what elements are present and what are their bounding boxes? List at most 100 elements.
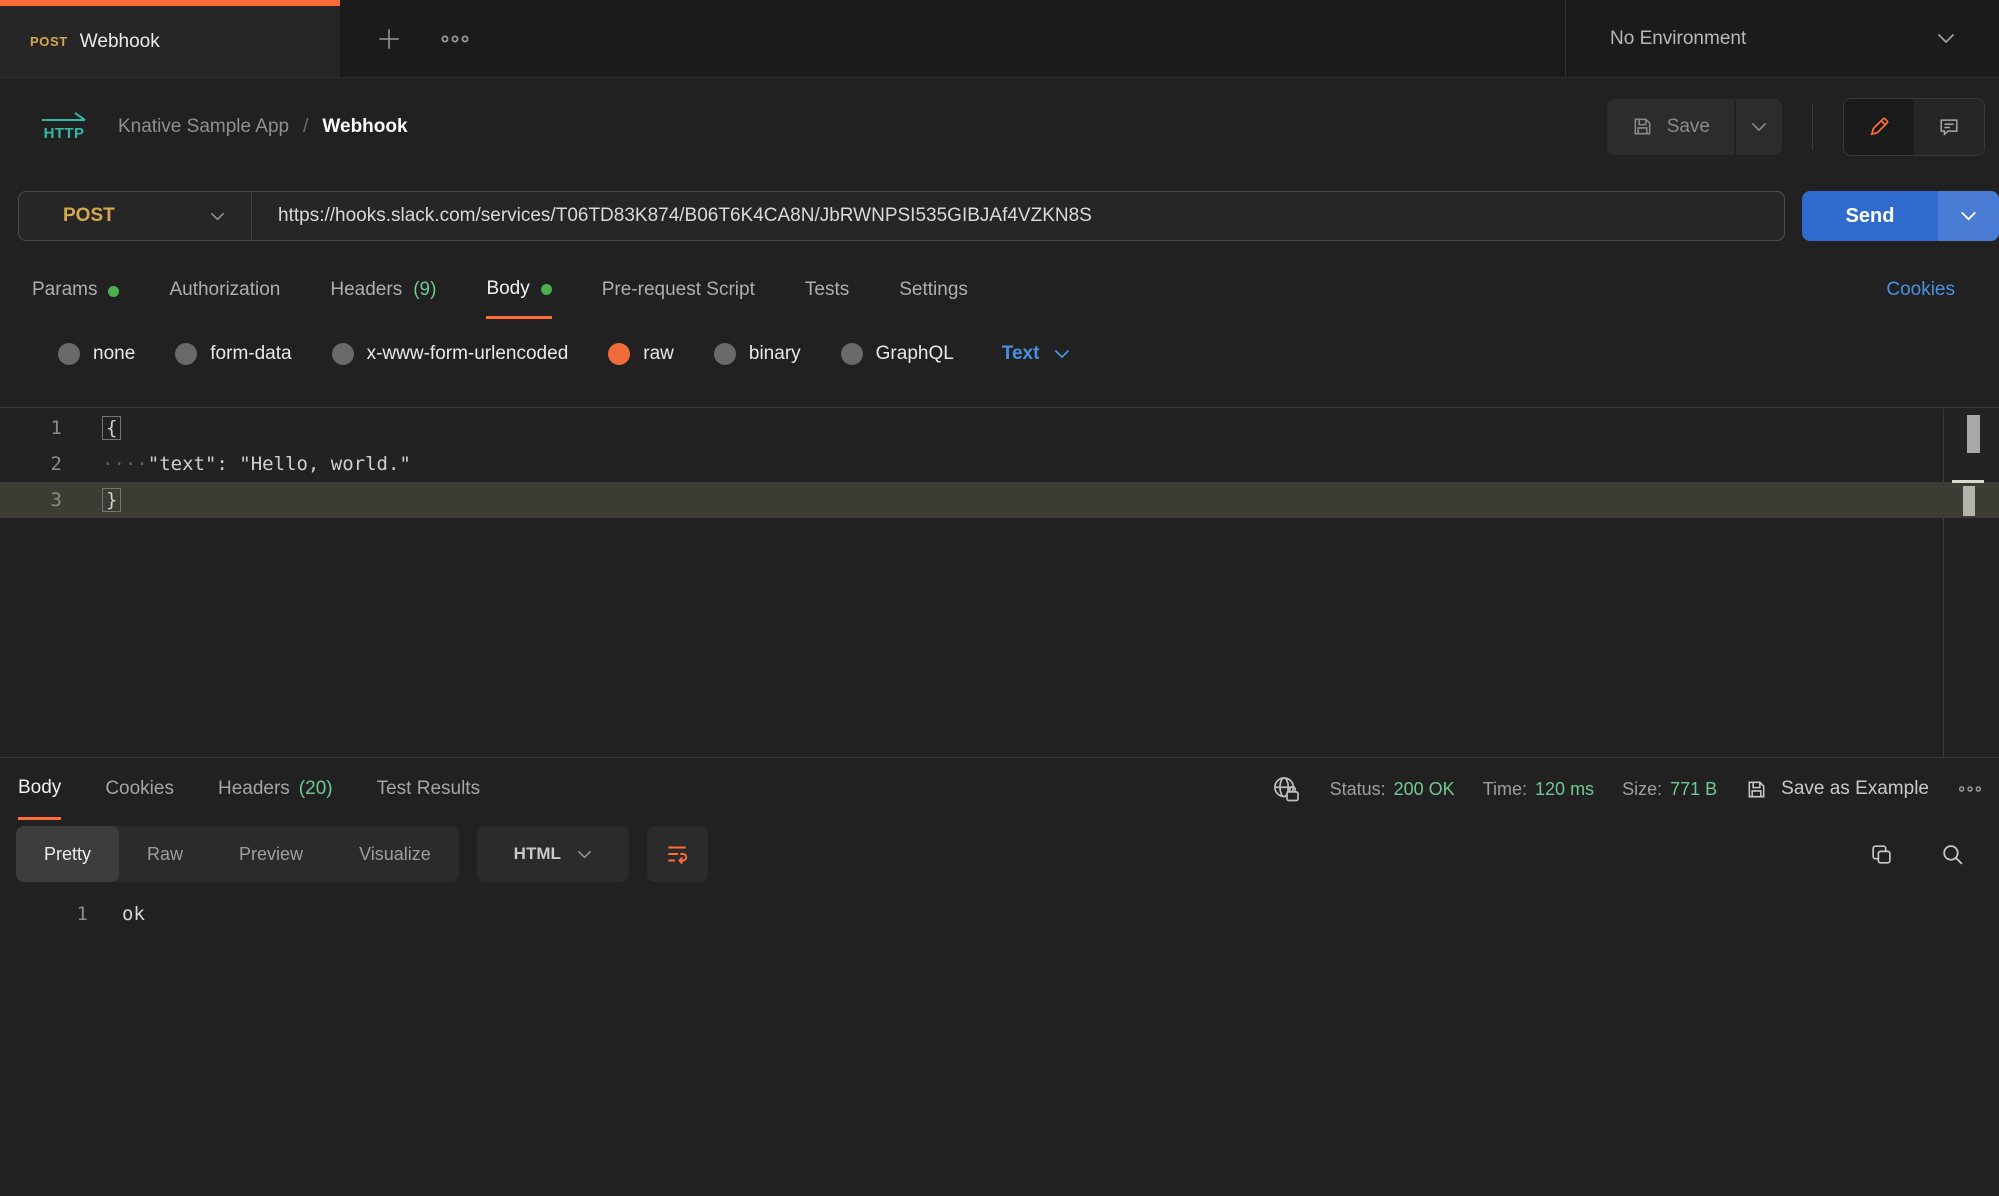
line-number: 1 bbox=[0, 417, 62, 439]
view-preview-button[interactable]: Preview bbox=[211, 826, 331, 882]
response-pane: Body Cookies Headers (20) Test Results S… bbox=[0, 757, 1999, 928]
size-meta: Size:771 B bbox=[1622, 779, 1717, 800]
tab-pre-request-label: Pre-request Script bbox=[602, 279, 755, 301]
search-response-button[interactable] bbox=[1940, 842, 1965, 867]
response-tab-headers[interactable]: Headers (20) bbox=[218, 758, 333, 820]
tab-pre-request-script[interactable]: Pre-request Script bbox=[602, 261, 755, 319]
wrap-lines-button[interactable] bbox=[647, 826, 708, 882]
size-value: 771 B bbox=[1670, 779, 1717, 799]
response-tab-cookies[interactable]: Cookies bbox=[105, 758, 174, 820]
body-type-graphql[interactable]: GraphQL bbox=[841, 343, 954, 365]
view-visualize-button[interactable]: Visualize bbox=[331, 826, 459, 882]
radio-selected-icon bbox=[608, 343, 630, 365]
code-line: ····"text": "Hello, world." bbox=[62, 453, 411, 475]
response-headers-count: (20) bbox=[299, 778, 333, 800]
raw-language-selector[interactable]: Text bbox=[1002, 343, 1071, 365]
radio-icon bbox=[841, 343, 863, 365]
scrollbar-thumb[interactable] bbox=[1967, 415, 1980, 453]
response-format-label: HTML bbox=[514, 844, 561, 864]
globe-lock-icon bbox=[1272, 775, 1302, 803]
tab-body-label: Body bbox=[486, 278, 529, 300]
editor-line[interactable]: 2 ····"text": "Hello, world." bbox=[0, 446, 1999, 482]
method-selector[interactable]: POST bbox=[19, 192, 251, 240]
body-type-binary[interactable]: binary bbox=[714, 343, 801, 365]
new-tab-button[interactable] bbox=[376, 26, 402, 52]
response-more-options-button[interactable] bbox=[1957, 784, 1983, 794]
save-button[interactable]: Save bbox=[1607, 99, 1734, 155]
url-row: POST https://hooks.slack.com/services/T0… bbox=[0, 191, 1999, 241]
url-bar: POST https://hooks.slack.com/services/T0… bbox=[18, 191, 1785, 241]
tab-more-options-button[interactable] bbox=[440, 33, 470, 45]
http-method-badge: HTTP bbox=[40, 111, 88, 142]
chevron-down-icon bbox=[210, 212, 225, 221]
breadcrumb: Knative Sample App / Webhook bbox=[118, 116, 408, 138]
tab-params[interactable]: Params bbox=[32, 261, 119, 319]
tab-tests[interactable]: Tests bbox=[805, 261, 849, 319]
body-type-none[interactable]: none bbox=[58, 343, 135, 365]
radio-icon bbox=[714, 343, 736, 365]
send-options-button[interactable] bbox=[1938, 191, 1999, 241]
body-type-urlencoded[interactable]: x-www-form-urlencoded bbox=[332, 343, 569, 365]
bracket-highlight: } bbox=[102, 488, 121, 512]
response-body[interactable]: 1 ok bbox=[0, 888, 1999, 928]
network-info-button[interactable] bbox=[1272, 775, 1302, 803]
response-format-selector[interactable]: HTML bbox=[477, 826, 629, 882]
environment-selector[interactable]: No Environment bbox=[1565, 0, 1999, 77]
response-toolbar: Pretty Raw Preview Visualize HTML bbox=[0, 820, 1999, 888]
whitespace-dots: ···· bbox=[102, 453, 148, 475]
body-status-dot bbox=[541, 284, 552, 295]
tab-authorization[interactable]: Authorization bbox=[169, 261, 280, 319]
headers-count: (9) bbox=[413, 279, 436, 301]
breadcrumb-collection[interactable]: Knative Sample App bbox=[118, 116, 289, 138]
body-type-raw[interactable]: raw bbox=[608, 343, 674, 365]
breadcrumb-request-name[interactable]: Webhook bbox=[322, 116, 407, 138]
response-tab-test-results[interactable]: Test Results bbox=[377, 758, 480, 820]
editor-line-active[interactable]: 3 } bbox=[0, 482, 1999, 518]
chevron-down-icon bbox=[1960, 211, 1977, 221]
view-pretty-button[interactable]: Pretty bbox=[16, 826, 119, 882]
divider bbox=[1812, 104, 1813, 150]
view-raw-button[interactable]: Raw bbox=[119, 826, 211, 882]
comment-icon bbox=[1938, 116, 1960, 138]
response-view-switch: Pretty Raw Preview Visualize bbox=[16, 826, 459, 882]
body-type-binary-label: binary bbox=[749, 343, 801, 365]
editor-line[interactable]: 1 { bbox=[0, 410, 1999, 446]
time-value: 120 ms bbox=[1535, 779, 1594, 799]
response-tab-test-results-label: Test Results bbox=[377, 778, 480, 800]
status-meta: Status:200 OK bbox=[1330, 779, 1455, 800]
response-tabs: Body Cookies Headers (20) Test Results bbox=[18, 758, 480, 820]
pencil-icon bbox=[1868, 115, 1891, 138]
save-as-example-button[interactable]: Save as Example bbox=[1745, 778, 1929, 801]
workspace-tab-bar: POST Webhook No Environment bbox=[0, 0, 1999, 78]
send-button[interactable]: Send bbox=[1802, 191, 1938, 241]
url-input[interactable]: https://hooks.slack.com/services/T06TD83… bbox=[252, 205, 1092, 227]
tab-params-label: Params bbox=[32, 279, 97, 301]
body-type-form-data[interactable]: form-data bbox=[175, 343, 291, 365]
copy-icon bbox=[1869, 842, 1894, 867]
tab-headers-label: Headers bbox=[330, 279, 402, 301]
editor-scrollbar[interactable] bbox=[1943, 409, 1985, 757]
open-request-tab[interactable]: POST Webhook bbox=[0, 0, 340, 77]
comments-button[interactable] bbox=[1914, 99, 1984, 155]
cookies-link[interactable]: Cookies bbox=[1886, 279, 1955, 301]
copy-response-button[interactable] bbox=[1869, 842, 1894, 867]
body-type-form-data-label: form-data bbox=[210, 343, 291, 365]
response-tab-body[interactable]: Body bbox=[18, 758, 61, 820]
tab-settings[interactable]: Settings bbox=[899, 261, 968, 319]
tab-tests-label: Tests bbox=[805, 279, 849, 301]
response-tab-cookies-label: Cookies bbox=[105, 778, 174, 800]
status-label: Status: bbox=[1330, 779, 1386, 799]
response-line-number: 1 bbox=[0, 903, 88, 925]
response-tab-body-label: Body bbox=[18, 777, 61, 799]
save-options-button[interactable] bbox=[1736, 99, 1782, 155]
environment-label: No Environment bbox=[1610, 28, 1746, 50]
response-header: Body Cookies Headers (20) Test Results S… bbox=[0, 758, 1999, 820]
tab-headers[interactable]: Headers (9) bbox=[330, 261, 436, 319]
edit-request-button[interactable] bbox=[1844, 99, 1914, 155]
response-tools bbox=[1869, 842, 1999, 867]
tab-body[interactable]: Body bbox=[486, 261, 551, 319]
arrow-right-icon bbox=[40, 111, 88, 122]
request-body-editor[interactable]: 1 { 2 ····"text": "Hello, world." 3 } bbox=[0, 407, 1999, 757]
wrap-text-icon bbox=[664, 841, 690, 867]
save-as-example-label: Save as Example bbox=[1781, 778, 1929, 800]
